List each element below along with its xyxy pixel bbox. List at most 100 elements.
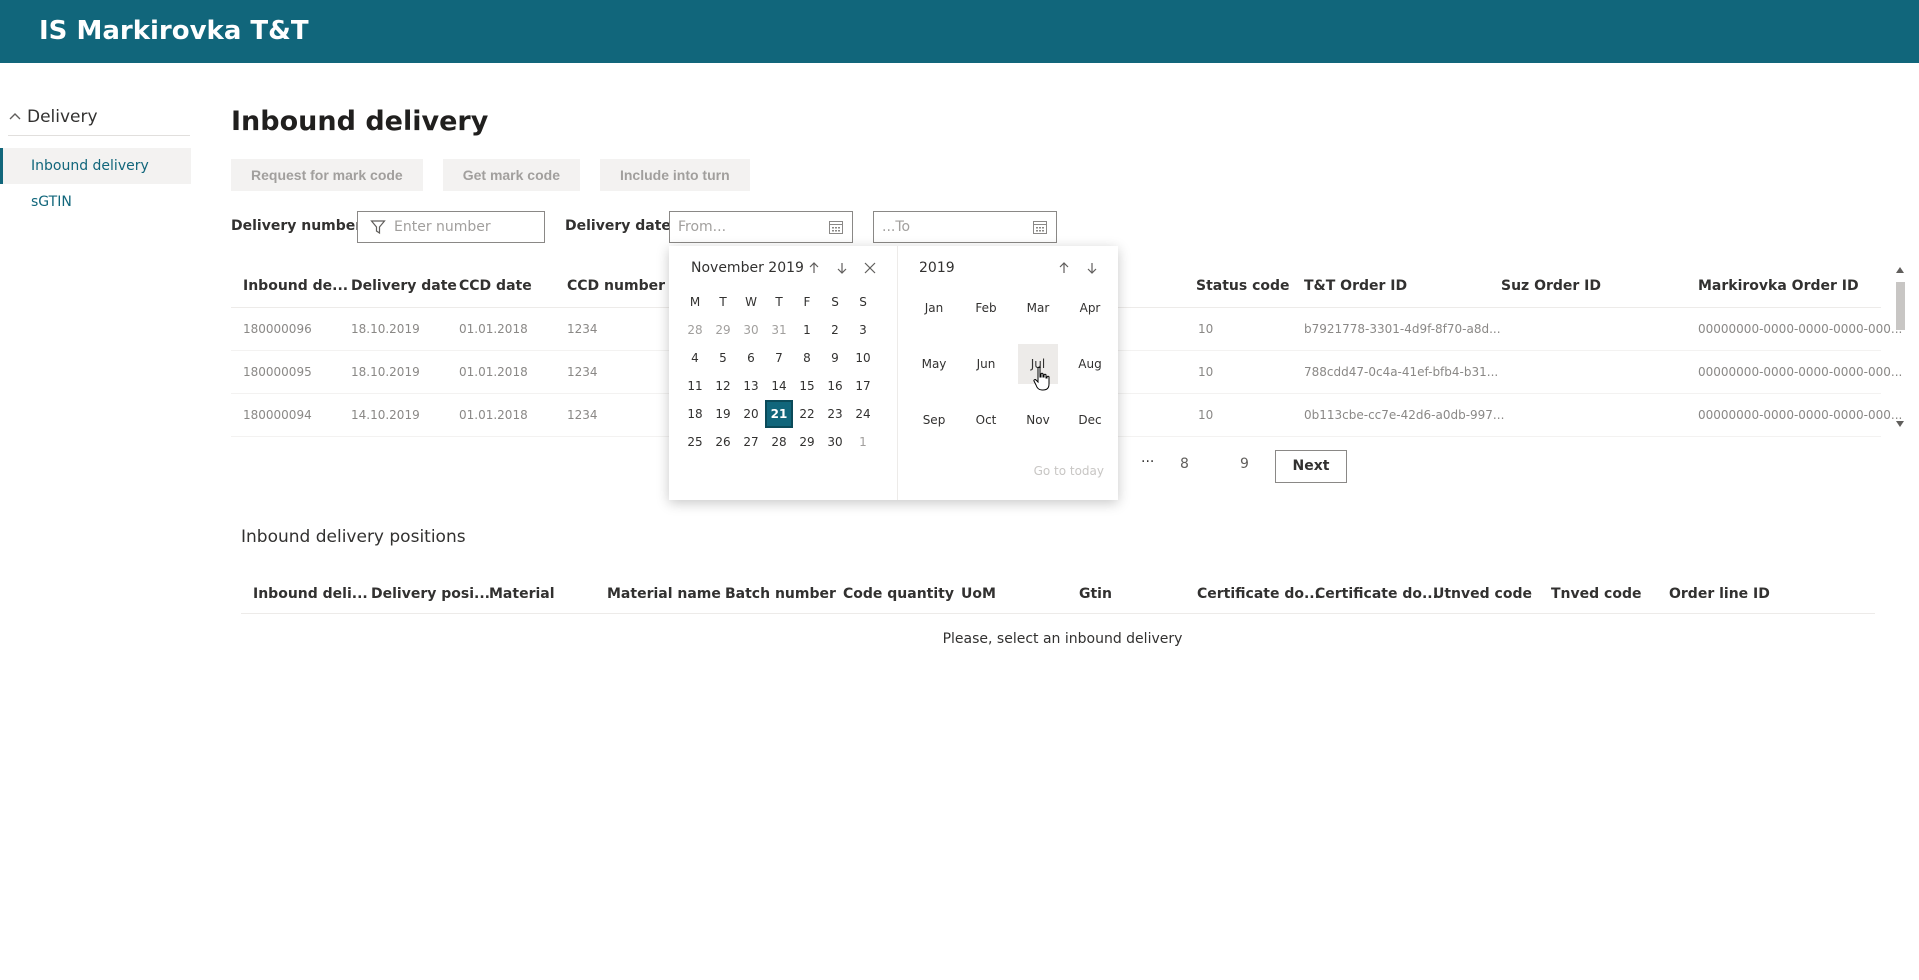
arrow-up-icon[interactable] [1057,261,1071,275]
column-header[interactable]: Tnved code [1551,586,1641,602]
calendar-day[interactable]: 31 [765,316,793,344]
calendar-day[interactable]: 22 [793,400,821,428]
date-to-input[interactable]: ...To [873,211,1057,243]
calendar-day[interactable]: 1 [849,428,877,456]
calendar-day[interactable]: 16 [821,372,849,400]
column-header[interactable]: Delivery posi... [371,586,490,602]
table-cell: 18.10.2019 [351,365,420,379]
calendar-day[interactable]: 19 [709,400,737,428]
calendar-day[interactable]: 24 [849,400,877,428]
column-header[interactable]: CCD date [459,278,532,294]
calendar-day[interactable]: 25 [681,428,709,456]
month-jun[interactable]: Jun [966,344,1006,384]
month-sep[interactable]: Sep [914,400,954,440]
calendar-day[interactable]: 20 [737,400,765,428]
scroll-down-icon[interactable] [1895,420,1905,428]
calendar-day[interactable]: 6 [737,344,765,372]
column-header[interactable]: CCD number [567,278,665,294]
day-picker: November 2019 M T W T F S S 28 29 30 31 1 2 3 4 5 6 7 8 9 10… [669,246,898,500]
positions-section-title: Inbound delivery positions [241,527,466,547]
calendar-day[interactable]: 21 [765,400,793,428]
close-icon[interactable] [863,261,877,275]
calendar-day[interactable]: 29 [793,428,821,456]
column-header[interactable]: UoM [961,586,996,602]
include-into-turn-button[interactable]: Include into turn [599,159,750,191]
column-header[interactable]: Utnved code [1433,586,1532,602]
month-mar[interactable]: Mar [1018,288,1058,328]
go-to-today-link[interactable]: Go to today [1034,464,1104,478]
calendar-day[interactable]: 26 [709,428,737,456]
calendar-day[interactable]: 12 [709,372,737,400]
calendar-day[interactable]: 30 [821,428,849,456]
calendar-day[interactable]: 14 [765,372,793,400]
calendar-day[interactable]: 5 [709,344,737,372]
calendar-day[interactable]: 4 [681,344,709,372]
calendar-day[interactable]: 15 [793,372,821,400]
column-header[interactable]: Batch number [725,586,836,602]
column-header[interactable]: Suz Order ID [1501,278,1601,294]
date-from-input[interactable]: From... [669,211,853,243]
calendar-day[interactable]: 13 [737,372,765,400]
column-header[interactable]: Markirovka Order ID [1698,278,1859,294]
next-page-button[interactable]: Next [1275,450,1347,483]
calendar-day[interactable]: 9 [821,344,849,372]
column-header[interactable]: T&T Order ID [1304,278,1407,294]
month-may[interactable]: May [914,344,954,384]
calendar-day[interactable]: 3 [849,316,877,344]
calendar-day[interactable]: 30 [737,316,765,344]
month-jan[interactable]: Jan [914,288,954,328]
current-month-label[interactable]: November 2019 [691,260,804,276]
arrow-up-icon[interactable] [807,261,821,275]
month-apr[interactable]: Apr [1070,288,1110,328]
calendar-day[interactable]: 17 [849,372,877,400]
calendar-day[interactable]: 29 [709,316,737,344]
month-aug[interactable]: Aug [1070,344,1110,384]
column-header[interactable]: Certificate do... [1315,586,1438,602]
current-year-label[interactable]: 2019 [919,260,955,276]
month-oct[interactable]: Oct [966,400,1006,440]
calendar-day[interactable]: 23 [821,400,849,428]
calendar-day[interactable]: 10 [849,344,877,372]
column-header[interactable]: Material [489,586,555,602]
calendar-day[interactable]: 7 [765,344,793,372]
sidebar-item-inbound-delivery[interactable]: Inbound delivery [0,148,191,184]
month-dec[interactable]: Dec [1070,400,1110,440]
calendar-day[interactable]: 8 [793,344,821,372]
calendar-day[interactable]: 27 [737,428,765,456]
scrollbar-thumb[interactable] [1896,282,1905,330]
column-header[interactable]: Code quantity [843,586,954,602]
sidebar-group-delivery[interactable]: Delivery [8,100,190,136]
calendar-day[interactable]: 28 [681,316,709,344]
column-header[interactable]: Delivery date [351,278,457,294]
delivery-number-input[interactable]: Enter number [357,211,545,243]
sidebar-item-sgtin[interactable]: sGTIN [0,184,192,220]
calendar-day[interactable]: 2 [821,316,849,344]
weekday-header: W [745,295,757,309]
column-header[interactable]: Gtin [1079,586,1112,602]
column-header[interactable]: Status code [1196,278,1290,294]
column-header[interactable]: Certificate do... [1197,586,1320,602]
column-header[interactable]: Inbound deli... [253,586,368,602]
month-nov[interactable]: Nov [1018,400,1058,440]
column-header[interactable]: Inbound de... [243,278,348,294]
column-header[interactable]: Material name [607,586,721,602]
table-cell: 18.10.2019 [351,322,420,336]
scroll-up-icon[interactable] [1895,266,1905,274]
table-scrollbar[interactable] [1893,264,1907,434]
arrow-down-icon[interactable] [835,261,849,275]
calendar-day[interactable]: 11 [681,372,709,400]
calendar-day[interactable]: 18 [681,400,709,428]
calendar-day[interactable]: 1 [793,316,821,344]
month-feb[interactable]: Feb [966,288,1006,328]
get-mark-code-button[interactable]: Get mark code [442,159,580,191]
table-cell: 788cdd47-0c4a-41ef-bfb4-b31... [1304,365,1499,379]
page-number-9[interactable]: 9 [1240,456,1249,472]
calendar-icon[interactable] [1032,219,1048,235]
calendar-day[interactable]: 28 [765,428,793,456]
arrow-down-icon[interactable] [1085,261,1099,275]
calendar-icon[interactable] [828,219,844,235]
column-header[interactable]: Order line ID [1669,586,1770,602]
sidebar-group-label: Delivery [27,107,98,127]
request-mark-code-button[interactable]: Request for mark code [231,159,423,191]
page-number-8[interactable]: 8 [1180,456,1189,472]
